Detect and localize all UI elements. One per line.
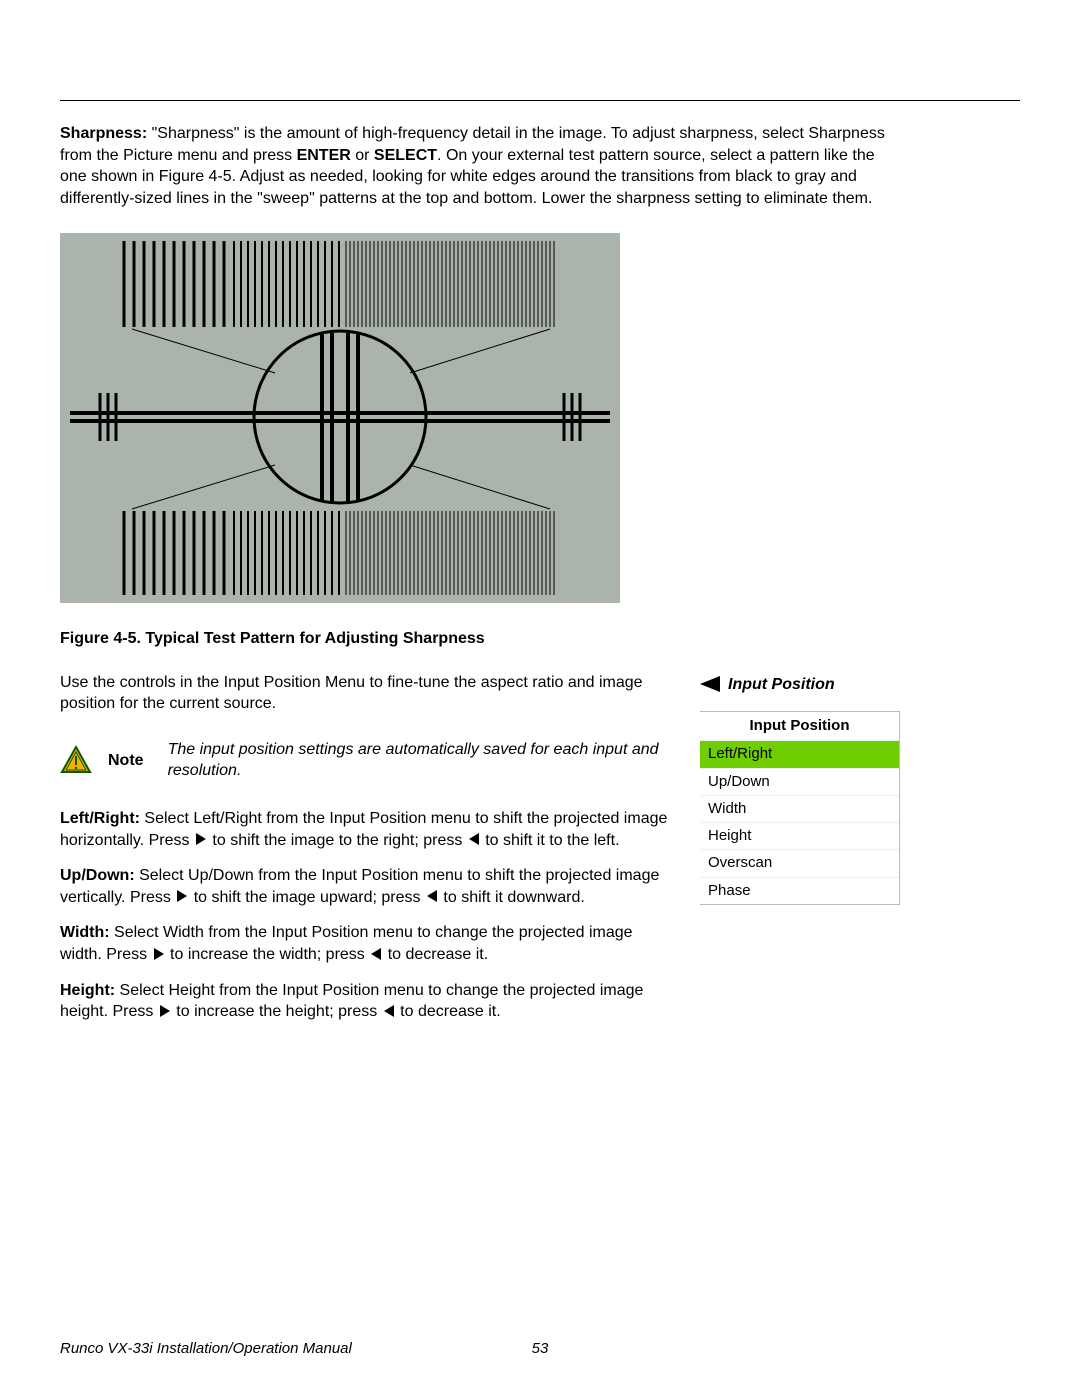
arrow-left-icon [384,1005,394,1017]
figure-caption: Figure 4-5. Typical Test Pattern for Adj… [60,628,1020,650]
sharpness-paragraph: Sharpness: "Sharpness" is the amount of … [60,123,900,209]
input-position-intro: Use the controls in the Input Position M… [60,672,670,715]
menu-item-phase[interactable]: Phase [700,877,899,904]
input-position-menu: Input Position Left/RightUp/DownWidthHei… [700,711,900,905]
arrow-left-icon [469,833,479,845]
menu-title: Input Position [700,712,899,740]
note-triangle-icon [60,745,92,775]
menu-item-up-down[interactable]: Up/Down [700,768,899,795]
height-paragraph: Height: Select Height from the Input Pos… [60,980,670,1023]
note-label: Note [108,750,144,772]
menu-item-height[interactable]: Height [700,822,899,849]
note-block: Note The input position settings are aut… [60,739,670,782]
arrow-left-icon [371,948,381,960]
arrow-right-icon [177,890,187,902]
arrow-right-icon [160,1005,170,1017]
note-text: The input position settings are automati… [168,739,670,782]
page-footer: Runco VX-33i Installation/Operation Manu… [60,1339,1020,1359]
footer-page-number: 53 [532,1339,549,1359]
top-rule [60,100,1020,101]
input-position-sidehead: Input Position [700,674,1020,696]
leftright-paragraph: Left/Right: Select Left/Right from the I… [60,808,670,851]
width-paragraph: Width: Select Width from the Input Posit… [60,922,670,965]
menu-item-overscan[interactable]: Overscan [700,849,899,876]
arrow-right-icon [154,948,164,960]
sharpness-heading: Sharpness: [60,125,147,142]
arrow-right-icon [196,833,206,845]
test-pattern-svg [60,233,620,603]
updown-paragraph: Up/Down: Select Up/Down from the Input P… [60,865,670,908]
arrow-left-icon [427,890,437,902]
menu-item-left-right[interactable]: Left/Right [700,740,899,767]
menu-item-width[interactable]: Width [700,795,899,822]
test-pattern-figure [60,233,1020,610]
arrow-left-icon [700,676,720,692]
